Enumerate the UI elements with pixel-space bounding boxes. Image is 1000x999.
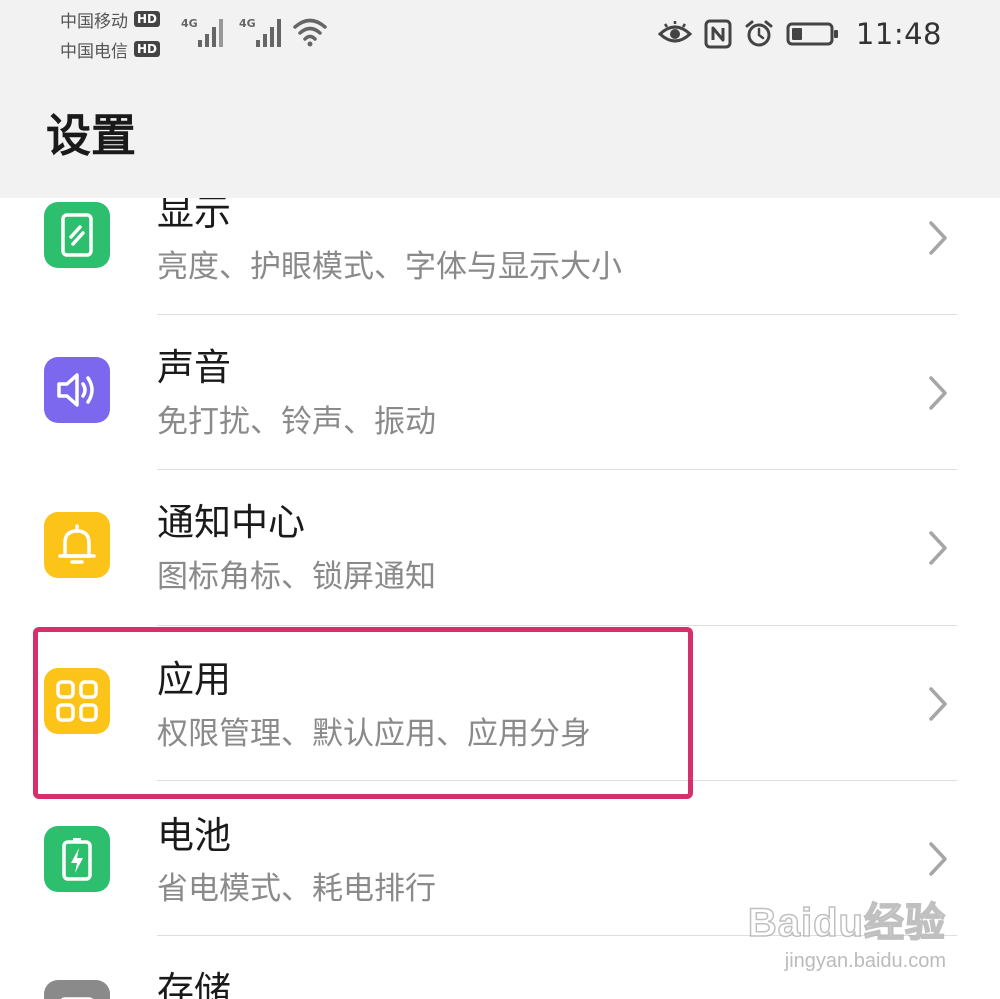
settings-item-subtitle: 权限管理、默认应用、应用分身 [157,716,591,752]
settings-item-subtitle: 省电模式、耗电排行 [157,871,436,907]
settings-item-apps[interactable]: 应用 权限管理、默认应用、应用分身 [0,626,1000,781]
hd-badge: HD [134,11,161,27]
settings-item-subtitle: 免打扰、铃声、振动 [157,404,436,440]
status-bar: 中国移动 HD 中国电信 HD 4G 4G 11:48 [0,0,1000,70]
settings-item-sound[interactable]: 声音 免打扰、铃声、振动 [0,315,1000,470]
storage-icon [44,980,110,999]
settings-item-subtitle: 亮度、护眼模式、字体与显示大小 [157,249,622,285]
network-type: 4G [239,17,256,30]
settings-item-title: 电池 [157,814,231,857]
chevron-right-icon [929,842,947,876]
page-title: 设置 [46,109,137,162]
network-type: 4G [181,17,198,30]
display-icon [44,202,110,268]
chevron-right-icon [929,221,947,255]
settings-screen: 显示 亮度、护眼模式、字体与显示大小 声音 免打扰、铃声、振动 通知中心 图标角… [0,0,1000,999]
nfc-icon [704,19,732,49]
apps-grid-icon [44,668,110,734]
signal-strength-icon: 4G [180,14,228,54]
status-icons: 11:48 [657,14,942,54]
header: 中国移动 HD 中国电信 HD 4G 4G 11:48 设置 [0,0,1000,198]
carrier-label-1: 中国移动 HD [60,7,161,32]
settings-item-notification-center[interactable]: 通知中心 图标角标、锁屏通知 [0,470,1000,625]
settings-item-title: 声音 [157,346,231,389]
battery-status-icon [786,22,838,46]
chevron-right-icon [929,687,947,721]
battery-icon [44,826,110,892]
chevron-right-icon [929,376,947,410]
hd-badge: HD [134,41,161,57]
chevron-right-icon [929,531,947,565]
settings-item-storage[interactable]: 存储 [0,936,1000,999]
settings-item-title: 应用 [157,658,231,701]
sound-icon [44,357,110,423]
carrier-label-2: 中国电信 HD [60,37,161,62]
settings-item-title: 存储 [157,969,231,999]
bell-icon [44,512,110,578]
settings-item-title: 通知中心 [157,501,305,544]
alarm-icon [745,20,773,47]
carrier-name: 中国电信 [60,41,128,62]
carrier-name: 中国移动 [60,11,128,32]
clock: 11:48 [855,17,942,51]
signal-strength-icon: 4G [238,14,286,54]
settings-item-battery[interactable]: 电池 省电模式、耗电排行 [0,781,1000,936]
wifi-icon [292,14,328,54]
eye-comfort-icon [657,21,692,43]
settings-item-subtitle: 图标角标、锁屏通知 [157,559,436,595]
